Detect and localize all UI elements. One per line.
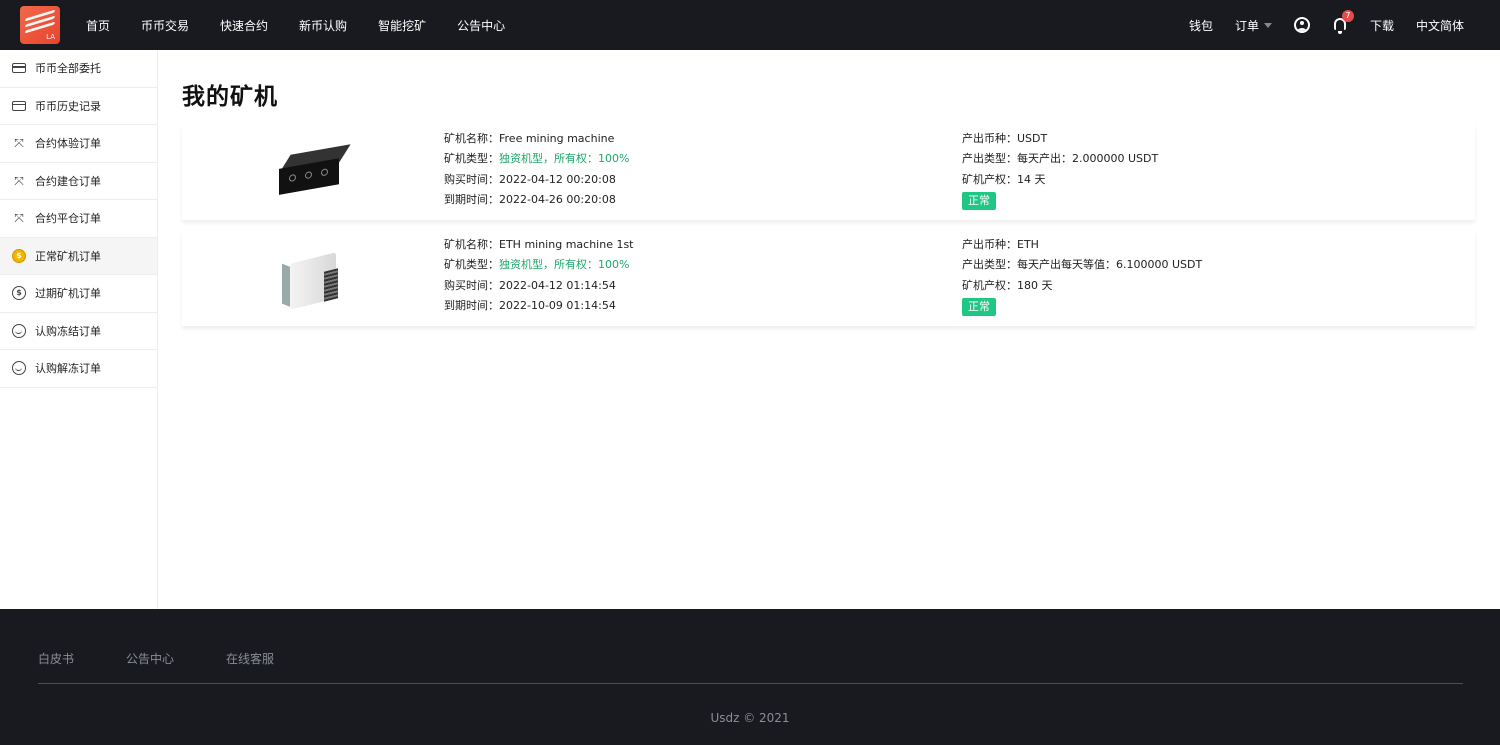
- miner-image: [272, 246, 352, 310]
- footer-links: 白皮书 公告中心 在线客服: [38, 650, 326, 667]
- nav-quick-contract[interactable]: 快速合约: [220, 17, 268, 34]
- swap-icon: ⤧: [14, 211, 24, 226]
- nav-announcements[interactable]: 公告中心: [457, 17, 505, 34]
- sidebar-item-active-miners[interactable]: $ 正常矿机订单: [0, 237, 157, 275]
- logo[interactable]: LA: [20, 6, 60, 44]
- buy-time: 2022-04-12 01:14:54: [499, 278, 616, 292]
- sidebar-item-subscription-unfrozen[interactable]: 认购解冻订单: [0, 350, 157, 388]
- miner-name: ETH mining machine 1st: [499, 238, 634, 251]
- sidebar-item-label: 正常矿机订单: [35, 249, 101, 263]
- sidebar-item-label: 合约体验订单: [35, 137, 101, 151]
- logo-icon: [24, 9, 56, 34]
- top-nav: LA 首页 币币交易 快速合约 新币认购 智能挖矿 公告中心 钱包 订单 7 下…: [0, 0, 1500, 50]
- output-coin-row: 产出币种：USDT: [962, 132, 1048, 145]
- swap-icon: ⤧: [14, 173, 24, 188]
- sidebar-item-label: 认购解冻订单: [35, 362, 101, 376]
- footer-link-announcements[interactable]: 公告中心: [126, 650, 174, 667]
- expire-time-row: 到期时间：2022-04-26 00:20:08: [444, 193, 616, 207]
- coin-icon: $: [12, 248, 26, 263]
- output-coin: ETH: [1017, 238, 1039, 251]
- face-icon: [12, 361, 26, 376]
- logo-text: LA: [46, 33, 55, 41]
- sidebar-item-label: 认购冻结订单: [35, 324, 101, 338]
- notifications-button[interactable]: 7: [1332, 10, 1354, 34]
- miner-card: 矿机名称：Free mining machine 矿机类型：独资机型，所有权：1…: [182, 124, 1475, 220]
- output-coin: USDT: [1017, 132, 1048, 145]
- miner-output-info: 产出币种：USDT 产出类型：每天产出：2.000000 USDT 矿机产权：1…: [962, 129, 1158, 212]
- sidebar-item-label: 币币历史记录: [35, 99, 101, 113]
- download-link[interactable]: 下载: [1370, 17, 1394, 34]
- nav-home[interactable]: 首页: [86, 17, 110, 34]
- miner-output-info: 产出币种：ETH 产出类型：每天产出每天等值：6.100000 USDT 矿机产…: [962, 235, 1202, 318]
- expire-time-row: 到期时间：2022-10-09 01:14:54: [444, 299, 616, 313]
- miner-info: 矿机名称：Free mining machine 矿机类型：独资机型，所有权：1…: [444, 129, 629, 211]
- footer-divider: [38, 683, 1463, 684]
- footer: 白皮书 公告中心 在线客服 Usdz © 2021: [0, 609, 1500, 745]
- miner-name-row: 矿机名称：ETH mining machine 1st: [444, 238, 634, 251]
- status-badge: 正常: [962, 192, 996, 211]
- sidebar-item-spot-all-orders[interactable]: 币币全部委托: [0, 50, 157, 88]
- miner-type: 独资机型，所有权：100%: [499, 258, 630, 272]
- sidebar: 币币全部委托 币币历史记录 ⤧ 合约体验订单 ⤧ 合约建仓订单 ⤧ 合约平仓订单…: [0, 50, 158, 609]
- sidebar-item-label: 合约建仓订单: [35, 174, 101, 188]
- term-row: 矿机产权：14 天: [962, 172, 1046, 186]
- output-type-row: 产出类型：每天产出每天等值：6.100000 USDT: [962, 258, 1203, 272]
- miner-type-row: 矿机类型：独资机型，所有权：100%: [444, 152, 630, 166]
- language-selector[interactable]: 中文简体: [1416, 17, 1464, 34]
- expire-time: 2022-10-09 01:14:54: [499, 299, 616, 313]
- footer-link-whitepaper[interactable]: 白皮书: [38, 650, 74, 667]
- nav-smart-mining[interactable]: 智能挖矿: [378, 17, 426, 34]
- coin-icon: $: [12, 286, 26, 301]
- term-row: 矿机产权：180 天: [962, 278, 1053, 292]
- main-nav: 首页 币币交易 快速合约 新币认购 智能挖矿 公告中心: [86, 0, 536, 50]
- sidebar-item-contract-trial[interactable]: ⤧ 合约体验订单: [0, 125, 157, 163]
- user-icon: [1293, 17, 1310, 33]
- miner-image: [272, 140, 352, 204]
- miner-type: 独资机型，所有权：100%: [499, 152, 630, 166]
- main-content: 我的矿机 矿机名称：Free mining machine 矿机类型：独资机型，…: [158, 50, 1500, 609]
- sidebar-item-spot-history[interactable]: 币币历史记录: [0, 88, 157, 125]
- miner-name: Free mining machine: [499, 132, 615, 145]
- card-icon: [12, 99, 26, 113]
- swap-icon: ⤧: [14, 136, 24, 151]
- face-icon: [12, 323, 26, 338]
- miner-card: 矿机名称：ETH mining machine 1st 矿机类型：独资机型，所有…: [182, 230, 1475, 326]
- buy-time: 2022-04-12 00:20:08: [499, 172, 616, 186]
- sidebar-item-subscription-frozen[interactable]: 认购冻结订单: [0, 313, 157, 350]
- nav-new-coin-subscription[interactable]: 新币认购: [299, 17, 347, 34]
- sidebar-item-contract-close[interactable]: ⤧ 合约平仓订单: [0, 200, 157, 238]
- sidebar-item-label: 币币全部委托: [35, 62, 101, 76]
- orders-label: 订单: [1234, 18, 1259, 33]
- status-badge: 正常: [962, 298, 996, 317]
- nav-spot-trading[interactable]: 币币交易: [141, 17, 189, 34]
- buy-time-row: 购买时间：2022-04-12 00:20:08: [444, 172, 616, 186]
- miner-name-row: 矿机名称：Free mining machine: [444, 132, 615, 145]
- wallet-link[interactable]: 钱包: [1189, 17, 1213, 34]
- footer-link-support[interactable]: 在线客服: [226, 650, 274, 667]
- bell-icon: 7: [1332, 10, 1354, 34]
- sidebar-item-label: 过期矿机订单: [35, 287, 101, 301]
- output-type: 每天产出每天等值：6.100000 USDT: [1017, 258, 1203, 272]
- sidebar-item-label: 合约平仓订单: [35, 212, 101, 226]
- miner-type-row: 矿机类型：独资机型，所有权：100%: [444, 258, 630, 272]
- copyright: Usdz © 2021: [710, 711, 790, 725]
- card-icon: [12, 61, 26, 75]
- term: 180 天: [1017, 278, 1053, 292]
- output-type: 每天产出：2.000000 USDT: [1017, 152, 1159, 166]
- buy-time-row: 购买时间：2022-04-12 01:14:54: [444, 278, 616, 292]
- chevron-down-icon: [1263, 22, 1272, 28]
- sidebar-item-contract-open[interactable]: ⤧ 合约建仓订单: [0, 163, 157, 200]
- user-button[interactable]: [1293, 17, 1310, 33]
- page-title: 我的矿机: [182, 84, 278, 110]
- term: 14 天: [1017, 172, 1046, 186]
- nav-right: 钱包 订单 7 下载 中文简体: [1167, 0, 1464, 50]
- orders-dropdown[interactable]: 订单: [1235, 17, 1272, 34]
- sidebar-item-expired-miners[interactable]: $ 过期矿机订单: [0, 275, 157, 313]
- output-type-row: 产出类型：每天产出：2.000000 USDT: [962, 152, 1159, 166]
- miner-info: 矿机名称：ETH mining machine 1st 矿机类型：独资机型，所有…: [444, 235, 634, 317]
- expire-time: 2022-04-26 00:20:08: [499, 193, 616, 207]
- notification-badge: 7: [1341, 10, 1354, 22]
- output-coin-row: 产出币种：ETH: [962, 238, 1039, 251]
